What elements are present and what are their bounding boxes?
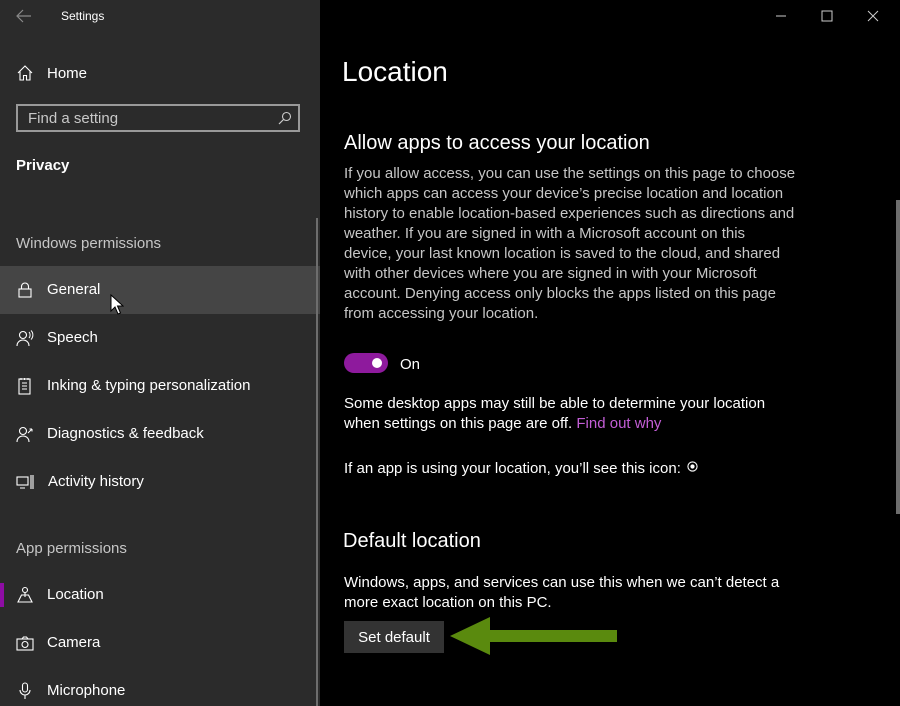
window-controls bbox=[760, 0, 900, 32]
sidebar-item-label: Microphone bbox=[47, 682, 126, 699]
sidebar-item-label: Camera bbox=[47, 634, 101, 651]
location-in-use-icon bbox=[687, 460, 698, 472]
close-icon[interactable] bbox=[850, 0, 896, 32]
toggle-knob bbox=[372, 358, 382, 368]
maximize-icon[interactable] bbox=[804, 0, 850, 32]
title-bar-left: Settings bbox=[0, 0, 320, 32]
sidebar-item-activity-history[interactable]: Activity history bbox=[0, 458, 320, 506]
activity-icon bbox=[16, 475, 34, 489]
default-location-heading: Default location bbox=[343, 530, 481, 552]
location-access-toggle[interactable] bbox=[344, 353, 388, 373]
allow-heading: Allow apps to access your location bbox=[344, 132, 650, 154]
microphone-icon bbox=[19, 682, 31, 699]
allow-description: If you allow access, you can use the set… bbox=[344, 165, 796, 322]
group-header-app-permissions: App permissions bbox=[16, 540, 127, 557]
sidebar-item-label: Location bbox=[47, 586, 104, 603]
page-title: Location bbox=[342, 56, 448, 87]
sidebar-item-label: Inking & typing personalization bbox=[47, 377, 251, 394]
diagnostics-icon bbox=[16, 426, 33, 443]
sidebar-item-location[interactable]: Location bbox=[0, 571, 320, 619]
minimize-icon[interactable] bbox=[758, 0, 804, 32]
sidebar-item-label: Activity history bbox=[48, 473, 144, 490]
search-icon[interactable] bbox=[278, 111, 292, 125]
app-title: Settings bbox=[61, 9, 105, 23]
section-title-privacy: Privacy bbox=[16, 157, 70, 174]
icon-note: If an app is using your location, you’ll… bbox=[344, 459, 824, 479]
group-header-windows-permissions: Windows permissions bbox=[16, 235, 162, 252]
sidebar-item-speech[interactable]: Speech bbox=[0, 314, 320, 362]
selection-indicator bbox=[0, 583, 4, 607]
camera-icon bbox=[16, 636, 34, 651]
desktop-apps-note: Some desktop apps may still be able to d… bbox=[344, 394, 796, 434]
sidebar-item-label: General bbox=[47, 281, 101, 298]
desktop-note-text: Some desktop apps may still be able to d… bbox=[344, 395, 766, 432]
main-content: Location Allow apps to access your locat… bbox=[320, 0, 900, 706]
sidebar-item-inking-typing[interactable]: Inking & typing personalization bbox=[0, 362, 320, 410]
inking-icon bbox=[18, 378, 31, 395]
sidebar-item-microphone[interactable]: Microphone bbox=[0, 667, 320, 706]
sidebar-item-diagnostics[interactable]: Diagnostics & feedback bbox=[0, 410, 320, 458]
back-arrow-icon[interactable] bbox=[14, 6, 34, 26]
sidebar-scrollbar[interactable] bbox=[316, 218, 318, 706]
annotation-arrow-icon bbox=[450, 617, 617, 655]
sidebar-item-camera[interactable]: Camera bbox=[0, 619, 320, 667]
lock-icon bbox=[18, 282, 32, 298]
home-icon bbox=[17, 65, 33, 81]
main-scrollbar[interactable] bbox=[896, 200, 900, 514]
mouse-cursor-icon bbox=[110, 294, 124, 315]
set-default-button[interactable]: Set default bbox=[344, 621, 444, 653]
default-location-description: Windows, apps, and services can use this… bbox=[344, 574, 780, 611]
sidebar: Settings Home Privacy Windows permission… bbox=[0, 0, 320, 706]
sidebar-item-label: Speech bbox=[47, 329, 98, 346]
home-label: Home bbox=[47, 65, 88, 82]
speech-icon bbox=[16, 330, 34, 347]
search-input[interactable] bbox=[18, 106, 278, 130]
toggle-state-label: On bbox=[400, 356, 421, 373]
location-icon bbox=[17, 586, 33, 603]
icon-note-text: If an app is using your location, you’ll… bbox=[344, 460, 681, 477]
sidebar-item-label: Diagnostics & feedback bbox=[47, 425, 204, 442]
search-box[interactable] bbox=[16, 104, 300, 132]
sidebar-item-home[interactable]: Home bbox=[0, 50, 320, 94]
sidebar-item-general[interactable]: General bbox=[0, 266, 320, 314]
find-out-why-link[interactable]: Find out why bbox=[576, 415, 661, 432]
